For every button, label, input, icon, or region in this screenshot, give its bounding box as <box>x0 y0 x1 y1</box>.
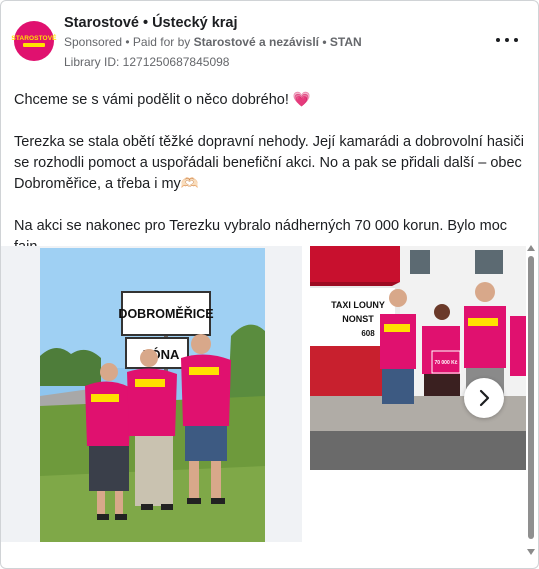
post-text-line-1: Chceme se s vámi podělit o něco dobrého!… <box>14 90 526 111</box>
banner-digits: 608 <box>361 329 375 338</box>
dot <box>496 38 500 42</box>
page-avatar[interactable]: STAROSTOVÉ <box>11 21 57 61</box>
banner-phone: NONST <box>342 314 374 324</box>
check-text: 70 000 Kč <box>434 360 457 366</box>
carousel-next-button[interactable] <box>464 378 504 418</box>
slide-2-photo: TAXI LOUNY NONST 608 70 000 Kč <box>310 246 526 470</box>
post-text-line-2: Terezka se stala obětí těžké dopravní ne… <box>14 134 524 192</box>
more-options-icon[interactable] <box>496 33 518 47</box>
dot <box>505 38 509 42</box>
ad-post-card: STAROSTOVÉ Starostové • Ústecký kraj Spo… <box>0 0 539 569</box>
sign-top-text: DOBROMĚŘICE <box>118 306 213 321</box>
sponsored-line: Sponsored • Paid for by Starostové a nez… <box>64 35 362 49</box>
scroll-down-arrow-icon[interactable] <box>527 549 535 555</box>
paid-for-name[interactable]: Starostové a nezávislí • STAN <box>194 35 362 49</box>
dot <box>514 38 518 42</box>
scrollbar[interactable] <box>526 245 536 555</box>
post-text: Chceme se s vámi podělit o něco dobrého!… <box>14 90 526 258</box>
post-header: STAROSTOVÉ Starostové • Ústecký kraj Spo… <box>11 15 518 71</box>
heart-icon: 💗 <box>292 92 311 108</box>
page-name-link[interactable]: Starostové • Ústecký kraj <box>64 15 238 31</box>
slide-1-photo: DOBROMĚŘICE ZÓNA <box>1 246 302 544</box>
chevron-right-icon <box>479 389 490 407</box>
library-id: Library ID: 1271250687845098 <box>64 55 230 69</box>
carousel-slide-1[interactable]: DOBROMĚŘICE ZÓNA <box>1 246 302 544</box>
image-carousel: DOBROMĚŘICE ZÓNA TAXI LOUNY NONST 608 70… <box>1 244 526 544</box>
sponsored-label: Sponsored <box>64 35 123 49</box>
heart-hands-icon: 🫶🏻 <box>180 176 199 192</box>
scroll-thumb[interactable] <box>528 256 534 539</box>
paid-for-prefix: • Paid for by <box>122 35 194 49</box>
carousel-slide-2[interactable]: TAXI LOUNY NONST 608 70 000 Kč <box>310 246 526 470</box>
banner-text: TAXI LOUNY <box>331 300 385 310</box>
scroll-up-arrow-icon[interactable] <box>527 245 535 251</box>
avatar-logo-text: STAROSTOVÉ <box>11 35 57 42</box>
avatar-logo-bar <box>23 43 45 47</box>
